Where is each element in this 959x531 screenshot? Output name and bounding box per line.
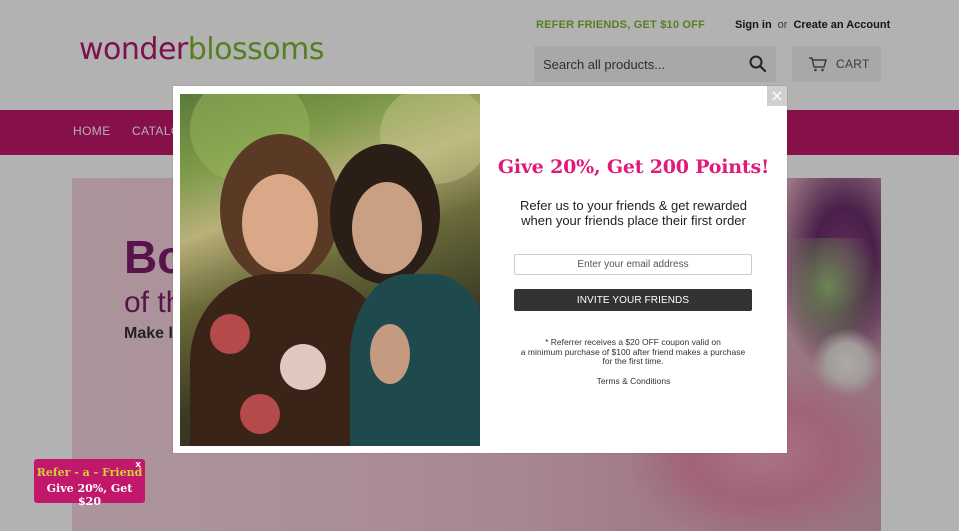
terms-conditions-link[interactable]: Terms & Conditions [480,376,787,386]
modal-description: Refer us to your friends & get rewarded … [480,198,787,228]
badge-line1: Refer - a - Friend [36,466,143,479]
badge-line2: Give 20%, Get $20 [46,482,133,508]
badge-close-icon[interactable]: x [135,460,141,470]
referral-fine-print: * Referrer receives a $20 OFF coupon val… [493,337,773,367]
modal-title: Give 20%, Get 200 Points! [497,156,770,178]
fine-print-line3: for the first time. [602,356,664,366]
modal-close-button[interactable]: × [767,86,787,106]
modal-desc-line2: when your friends place their first orde… [521,213,746,228]
modal-photo [180,94,480,446]
refer-a-friend-badge[interactable]: Refer - a - Friend Give 20%, Get $20 x [34,459,145,508]
email-input[interactable] [514,254,752,275]
invite-friends-button[interactable]: INVITE YOUR FRIENDS [514,289,752,311]
modal-desc-line1: Refer us to your friends & get rewarded [520,198,747,213]
referral-modal: × Give 20%, Get 200 Points! Refer us to … [173,86,787,453]
